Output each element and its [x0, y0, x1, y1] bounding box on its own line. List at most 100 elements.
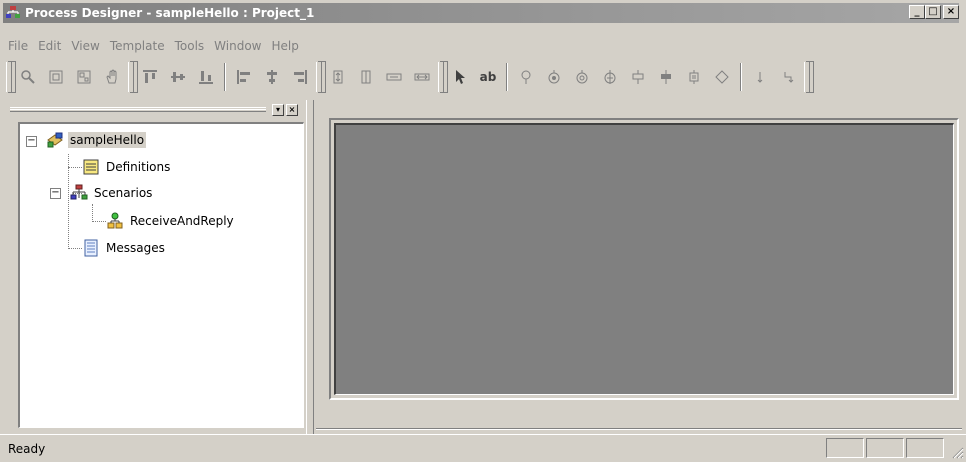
root-expander[interactable]: − [26, 136, 37, 147]
toolbar-grip-3[interactable] [316, 62, 322, 92]
align-middle-icon [171, 72, 185, 82]
align-top-button[interactable] [139, 66, 161, 88]
title-bar[interactable]: Process Designer - sampleHello : Project… [3, 3, 959, 23]
invoke-node-icon [604, 70, 616, 84]
app-icon [5, 5, 21, 21]
same-width-button[interactable] [383, 66, 405, 88]
close-button[interactable]: × [943, 5, 959, 19]
resize-grip-icon[interactable] [950, 445, 964, 459]
fit-icon [49, 70, 63, 84]
menu-bar: File Edit View Template Tools Window Hel… [3, 36, 304, 56]
same-height-icon [333, 70, 343, 84]
menu-tools[interactable]: Tools [170, 39, 210, 53]
design-canvas[interactable] [334, 123, 954, 395]
panel-splitter[interactable] [306, 100, 314, 434]
minimize-icon: _ [914, 6, 920, 17]
align-top-icon [143, 70, 157, 83]
zoom-icon [21, 70, 35, 84]
menu-window[interactable]: Window [209, 39, 266, 53]
reply-node-button[interactable] [571, 66, 593, 88]
align-right-button[interactable] [289, 66, 311, 88]
status-text: Ready [8, 442, 46, 456]
minimize-button[interactable]: _ [909, 5, 925, 19]
pointer-button[interactable] [449, 66, 471, 88]
toolbar-separator [224, 63, 226, 91]
assign-node-icon [689, 70, 699, 84]
panel-grip [10, 107, 266, 112]
menu-file[interactable]: File [3, 39, 33, 53]
dock-icon: ▾ [275, 105, 280, 114]
same-width-icon [386, 73, 402, 81]
project-tree: − sampleHello Definitions − Scenarios Re… [18, 122, 304, 428]
receive-node-button[interactable] [543, 66, 565, 88]
align-center-icon [267, 70, 277, 84]
toolbar-grip-2[interactable] [128, 62, 134, 92]
zoom-area-button[interactable] [73, 66, 95, 88]
tree-panel-header[interactable]: ▾ × [6, 104, 306, 118]
align-left-button[interactable] [233, 66, 255, 88]
scenarios-expander[interactable]: − [50, 188, 61, 199]
toolbar-grip-4[interactable] [438, 62, 444, 92]
start-node-icon [521, 70, 531, 84]
tree-line [92, 204, 93, 222]
scenarios-icon [70, 184, 88, 202]
align-bottom-icon [199, 71, 213, 84]
align-left-icon [237, 70, 250, 84]
maximize-icon: □ [928, 6, 938, 17]
text-button[interactable]: ab [477, 66, 499, 88]
project-icon [46, 131, 64, 149]
panel-close-icon: × [288, 105, 296, 114]
tree-item-messages[interactable]: Messages [82, 238, 167, 258]
tree-item-scenarios[interactable]: Scenarios [70, 183, 154, 203]
start-node-button[interactable] [515, 66, 537, 88]
tree-line [68, 248, 82, 249]
messages-icon [82, 239, 100, 257]
design-canvas-frame [329, 118, 959, 400]
fit-button[interactable] [45, 66, 67, 88]
status-pane-3 [906, 438, 944, 458]
same-height-alt-button[interactable] [355, 66, 377, 88]
tree-line [68, 167, 82, 168]
join-node-button[interactable] [655, 66, 677, 88]
definitions-icon [82, 158, 100, 176]
tree-item-definitions[interactable]: Definitions [82, 157, 172, 177]
join-node-icon [661, 70, 671, 84]
fork-node-button[interactable] [627, 66, 649, 88]
toolbar-grip[interactable] [6, 62, 12, 92]
arrow-down-button[interactable] [749, 66, 771, 88]
pan-button[interactable] [101, 66, 123, 88]
window-title: Process Designer - sampleHello : Project… [25, 6, 315, 20]
menu-template[interactable]: Template [105, 39, 170, 53]
same-height-button[interactable] [327, 66, 349, 88]
align-center-button[interactable] [261, 66, 283, 88]
invoke-node-button[interactable] [599, 66, 621, 88]
tree-item-receiveandreply[interactable]: ReceiveAndReply [106, 211, 236, 231]
tree-item-label: sampleHello [68, 132, 147, 148]
assign-node-button[interactable] [683, 66, 705, 88]
maximize-button[interactable]: □ [925, 5, 941, 19]
zoom-button[interactable] [17, 66, 39, 88]
same-width-alt-icon [414, 73, 430, 81]
arrow-down-icon [757, 72, 763, 83]
scenario-flow-icon [106, 212, 124, 230]
align-bottom-button[interactable] [195, 66, 217, 88]
pointer-icon [456, 70, 465, 84]
decision-node-button[interactable] [711, 66, 733, 88]
toolbar-grip-5[interactable] [804, 62, 810, 92]
connector-button[interactable] [777, 66, 799, 88]
app-window: Process Designer - sampleHello : Project… [0, 0, 966, 462]
panel-close-button[interactable]: × [286, 104, 298, 116]
toolbar-separator-3 [740, 63, 742, 91]
panel-dock-button[interactable]: ▾ [272, 104, 284, 116]
menu-edit[interactable]: Edit [33, 39, 66, 53]
canvas-divider [316, 428, 962, 430]
tree-item-root[interactable]: sampleHello [46, 130, 147, 150]
align-middle-button[interactable] [167, 66, 189, 88]
window-controls: _ □ × [909, 5, 959, 19]
same-height-alt-icon [361, 70, 371, 84]
reply-node-icon [576, 70, 588, 84]
menu-view[interactable]: View [66, 39, 104, 53]
same-width-alt-button[interactable] [411, 66, 433, 88]
menu-help[interactable]: Help [266, 39, 303, 53]
align-right-icon [294, 70, 307, 84]
